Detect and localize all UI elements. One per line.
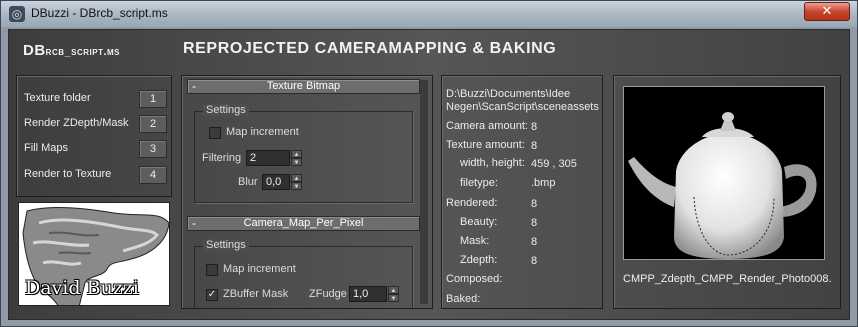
mask-value: 8 — [531, 236, 538, 248]
rollout-panel: - Texture Bitmap Settings Map increment … — [181, 75, 433, 309]
script-dialog: DBrcb_script.ms REPROJECTED CAMERAMAPPIN… — [8, 29, 850, 320]
blur-value[interactable]: 0,0 — [262, 174, 290, 190]
main-title: REPROJECTED CAMERAMAPPING & BAKING — [183, 40, 557, 57]
filtering-value[interactable]: 2 — [246, 150, 290, 166]
rendered-label: Rendered: — [446, 197, 498, 209]
app-icon: ◎ — [9, 6, 25, 22]
rollout-scrollbar[interactable] — [420, 80, 428, 304]
map-increment-label: Map increment — [226, 126, 299, 138]
spin-up-icon[interactable]: ▲ — [388, 286, 399, 294]
author-name: David Buzzi — [25, 277, 139, 299]
title-bar[interactable]: ◎ DBuzzi - DBrcb_script.ms ✕ — [1, 1, 857, 27]
zbuffer-mask-label: ZBuffer Mask — [223, 288, 289, 300]
filtering-spinner-arrows[interactable]: ▲ ▼ — [291, 150, 302, 166]
teapot-render-icon — [624, 87, 824, 259]
filetype-label: filetype: — [460, 177, 498, 189]
filtering-spinner[interactable]: 2 ▲ ▼ — [246, 150, 303, 166]
app-window: ◎ DBuzzi - DBrcb_script.ms ✕ DBrcb_scrip… — [0, 0, 858, 327]
step-row-3: Fill Maps 3 — [24, 140, 167, 158]
close-button[interactable]: ✕ — [804, 2, 850, 21]
window-title: DBuzzi - DBrcb_script.ms — [31, 6, 168, 20]
script-name-prefix: DB — [23, 42, 46, 59]
zdepth-value: 8 — [531, 255, 538, 267]
spin-down-icon[interactable]: ▼ — [291, 158, 302, 166]
zbuffer-mask-checkbox[interactable]: ✓ — [206, 289, 218, 301]
camera-map-title: Camera_Map_Per_Pixel — [243, 217, 364, 229]
author-logo: David Buzzi — [18, 202, 170, 306]
width-height-label: width, height: — [460, 157, 525, 169]
texture-folder-button[interactable]: 1 — [139, 90, 167, 108]
zdepth-preview-image — [623, 86, 825, 260]
texture-amount-value: 8 — [531, 140, 538, 152]
step-row-1: Texture folder 1 — [24, 90, 167, 108]
texture-bitmap-settings-group: Settings Map increment Filtering 2 ▲ ▼ Bl… — [194, 104, 413, 203]
texture-amount-label: Texture amount: — [446, 139, 525, 151]
spin-down-icon[interactable]: ▼ — [388, 294, 399, 302]
mask-label: Mask: — [460, 235, 490, 247]
step-row-2: Render ZDepth/Mask 2 — [24, 115, 167, 133]
zfudge-spinner[interactable]: 1,0 ▲ ▼ — [349, 286, 400, 302]
zdepth-label: Zdepth: — [460, 254, 498, 266]
step-row-4: Render to Texture 4 — [24, 166, 167, 184]
step-label-3: Fill Maps — [24, 142, 69, 154]
filetype-value: .bmp — [531, 177, 556, 189]
spin-up-icon[interactable]: ▲ — [291, 174, 302, 182]
blur-spinner-arrows[interactable]: ▲ ▼ — [291, 174, 302, 190]
zfudge-value[interactable]: 1,0 — [349, 286, 387, 302]
step-label-1: Texture folder — [24, 92, 91, 104]
spin-down-icon[interactable]: ▼ — [291, 182, 302, 190]
preview-panel: CMPP_Zdepth_CMPP_Render_Photo008. — [613, 75, 841, 309]
rendered-value: 8 — [531, 198, 538, 210]
script-name: DBrcb_script.ms — [23, 42, 120, 59]
beauty-value: 8 — [531, 217, 538, 229]
blur-label: Blur — [238, 176, 258, 188]
composed-label: Composed: — [446, 273, 503, 285]
zfudge-label: ZFudge — [309, 288, 347, 300]
texture-bitmap-rollout-header[interactable]: - Texture Bitmap — [187, 79, 420, 94]
steps-panel: Texture folder 1 Render ZDepth/Mask 2 Fi… — [16, 75, 172, 197]
preview-caption: CMPP_Zdepth_CMPP_Render_Photo008. — [623, 273, 832, 285]
settings-group-title: Settings — [203, 104, 249, 116]
step-label-4: Render to Texture — [24, 168, 112, 180]
filtering-label: Filtering — [202, 152, 242, 164]
assets-path-line2: Negen\ScanScript\sceneassets — [446, 101, 599, 113]
render-zdepth-mask-button[interactable]: 2 — [139, 115, 167, 133]
camera-amount-value: 8 — [531, 121, 538, 133]
map-increment-checkbox[interactable] — [209, 127, 221, 139]
render-to-texture-button[interactable]: 4 — [139, 166, 167, 184]
zfudge-spinner-arrows[interactable]: ▲ ▼ — [388, 286, 399, 302]
info-panel: D:\Buzzi\Documents\Idee Negen\ScanScript… — [441, 75, 603, 309]
texture-bitmap-title: Texture Bitmap — [266, 80, 341, 92]
camera-map-rollout-header[interactable]: - Camera_Map_Per_Pixel — [187, 216, 420, 231]
camera-map-increment-label: Map increment — [223, 263, 296, 275]
settings-group-title: Settings — [203, 239, 249, 251]
script-name-rest: rcb_script.ms — [45, 46, 121, 58]
spin-up-icon[interactable]: ▲ — [291, 150, 302, 158]
assets-path-line1: D:\Buzzi\Documents\Idee — [446, 88, 571, 100]
fill-maps-button[interactable]: 3 — [139, 140, 167, 158]
width-height-value: 459 , 305 — [531, 158, 577, 170]
beauty-label: Beauty: — [460, 216, 498, 228]
step-label-2: Render ZDepth/Mask — [24, 117, 129, 129]
camera-map-increment-checkbox[interactable] — [206, 264, 218, 276]
baked-label: Baked: — [446, 293, 481, 305]
camera-map-settings-group: Settings Map increment ✓ ZBuffer Mask ZF… — [194, 239, 413, 308]
camera-amount-label: Camera amount: — [446, 120, 528, 132]
blur-spinner[interactable]: 0,0 ▲ ▼ — [262, 174, 303, 190]
